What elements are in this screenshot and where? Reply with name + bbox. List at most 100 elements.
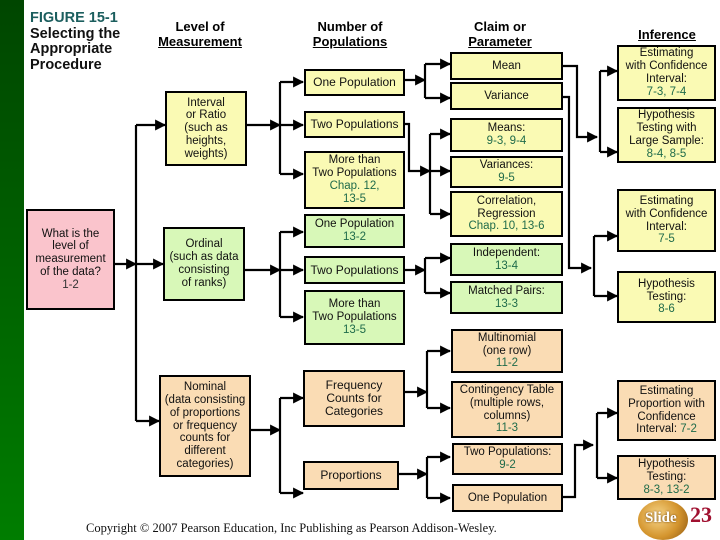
section-reference: 9-3, 9-4 [486, 135, 527, 147]
inference-mean-ht-box[interactable]: Hypothesis Testing with Large Sample: 8-… [617, 107, 716, 163]
box-line: Ordinal [185, 238, 223, 251]
box-line: Two Populations [312, 167, 397, 180]
section-reference: 9-5 [498, 172, 515, 184]
box-line: Interval [187, 96, 225, 109]
section-reference: 13-3 [494, 297, 519, 310]
box-line: or frequency [173, 419, 237, 432]
pop-interval-more-box[interactable]: More than Two Populations Chap. 12, 13-5 [304, 151, 405, 209]
box-line: Proportion with [628, 397, 705, 410]
box-line: heights, [185, 134, 227, 147]
box-line: Multinomial [477, 331, 537, 344]
param-two-populations-prop-box[interactable]: Two Populations: 9-2 [452, 443, 563, 475]
section-reference: 7-2 [680, 423, 697, 436]
box-line: Two Populations: [463, 446, 552, 459]
copyright-notice: Copyright © 2007 Pearson Education, Inc … [86, 521, 497, 535]
section-reference: 7-5 [658, 233, 675, 246]
param-variance-box[interactable]: Variance [450, 82, 563, 110]
box-line: or Ratio [185, 109, 227, 122]
box-line: Two Populations [310, 117, 399, 132]
box-line: Variances: [479, 159, 534, 172]
box-line: Correlation, [476, 194, 537, 207]
section-reference: 11-2 [495, 357, 519, 370]
box-line: categories) [176, 457, 234, 470]
box-line: columns) [483, 409, 531, 422]
section-reference: 7-3, 7-4 [646, 85, 687, 98]
inference-proportion-ht-box[interactable]: Hypothesis Testing: 8-3, 13-2 [617, 455, 716, 500]
inference-variance-ci-box[interactable]: Estimating with Confidence Interval: 7-5 [617, 189, 716, 252]
pop-proportions-box[interactable]: Proportions [303, 461, 399, 490]
section-reference: Chap. 12, [329, 180, 380, 192]
box-line: (one row) [482, 344, 532, 357]
box-line: Confidence [637, 410, 696, 423]
box-line: counts for [179, 432, 231, 445]
pop-frequency-counts-box[interactable]: Frequency Counts for Categories [303, 370, 405, 427]
slide-label: Slide [645, 510, 677, 526]
param-contingency-table-box[interactable]: Contingency Table (multiple rows, column… [451, 381, 563, 438]
box-line: Categories [324, 403, 384, 418]
connector-mean-out [562, 64, 599, 143]
box-line: level of [52, 240, 89, 253]
section-reference: 13-2 [342, 231, 367, 243]
box-line: One Population [313, 75, 396, 90]
box-line: Testing: [646, 471, 687, 484]
connector-one-pop-prop-out [562, 439, 595, 499]
box-line: More than [328, 298, 381, 311]
start-question-box[interactable]: What is the level of measurement of the … [26, 209, 115, 310]
param-mean-box[interactable]: Mean [450, 52, 563, 80]
param-one-population-prop-box[interactable]: One Population [452, 484, 563, 512]
section-reference: 1-2 [62, 278, 79, 291]
box-line: What is the [41, 227, 100, 240]
level-nominal-box[interactable]: Nominal (data consisting of proportions … [159, 375, 251, 477]
box-line: Testing: [646, 290, 687, 303]
box-line: Independent: [472, 246, 541, 259]
pop-ordinal-one-box[interactable]: One Population 13-2 [304, 214, 405, 248]
box-line: Hypothesis [638, 109, 695, 122]
param-means-box[interactable]: Means: 9-3, 9-4 [450, 118, 563, 152]
box-line: Two Populations [312, 311, 397, 324]
level-ordinal-box[interactable]: Ordinal (such as data consisting of rank… [163, 227, 245, 301]
section-reference: 8-4, 8-5 [646, 147, 687, 160]
box-line: (data consisting [164, 394, 246, 406]
box-line: Testing with [636, 122, 697, 135]
box-line: Regression [477, 207, 536, 220]
box-line: Interval: [646, 73, 687, 85]
box-line: More than [328, 154, 381, 167]
slide-number: 23 [690, 502, 712, 527]
param-independent-box[interactable]: Independent: 13-4 [450, 243, 563, 276]
pop-interval-one-box[interactable]: One Population [304, 69, 405, 96]
inference-proportion-ci-box[interactable]: Estimating Proportion with Confidence In… [617, 380, 716, 441]
section-reference: 13-5 [342, 192, 367, 205]
box-line: with Confidence [625, 60, 708, 73]
param-matched-pairs-box[interactable]: Matched Pairs: 13-3 [450, 281, 563, 314]
box-line: Hypothesis [638, 458, 695, 471]
box-line: Proportions [320, 468, 382, 483]
box-line: One Population [467, 491, 548, 504]
box-line: consisting [178, 264, 230, 276]
param-multinomial-box[interactable]: Multinomial (one row) 11-2 [451, 329, 563, 373]
box-line: Counts for [326, 391, 382, 406]
inference-mean-ci-box[interactable]: Estimating with Confidence Interval: 7-3… [617, 45, 716, 101]
box-line: different [184, 445, 226, 458]
param-variances-box[interactable]: Variances: 9-5 [450, 156, 563, 188]
level-interval-ratio-box[interactable]: Interval or Ratio (such as heights, weig… [165, 91, 247, 166]
section-reference: 8-3, 13-2 [643, 483, 690, 496]
box-line: Nominal [183, 381, 227, 394]
box-line: (multiple rows, [469, 396, 545, 409]
pop-ordinal-more-box[interactable]: More than Two Populations 13-5 [304, 290, 405, 345]
section-reference: 11-3 [495, 422, 519, 435]
section-reference: Chap. 10, 13-6 [468, 220, 545, 233]
pop-ordinal-two-box[interactable]: Two Populations [304, 256, 405, 284]
connector-two-pop-out [404, 122, 432, 177]
box-line: Estimating [639, 384, 694, 397]
box-line: Means: [487, 122, 526, 135]
box-line: Matched Pairs: [468, 284, 545, 297]
slide-logo-icon: Slide [638, 500, 688, 540]
param-correlation-box[interactable]: Correlation, Regression Chap. 10, 13-6 [450, 191, 563, 237]
pop-interval-two-box[interactable]: Two Populations [304, 111, 405, 138]
box-line: with Confidence [625, 207, 708, 220]
box-line: Estimating [639, 47, 694, 60]
section-reference: 9-2 [499, 459, 516, 471]
box-line: Estimating [639, 194, 694, 207]
box-line: measurement [35, 253, 106, 266]
inference-variance-ht-box[interactable]: Hypothesis Testing: 8-6 [617, 271, 716, 323]
